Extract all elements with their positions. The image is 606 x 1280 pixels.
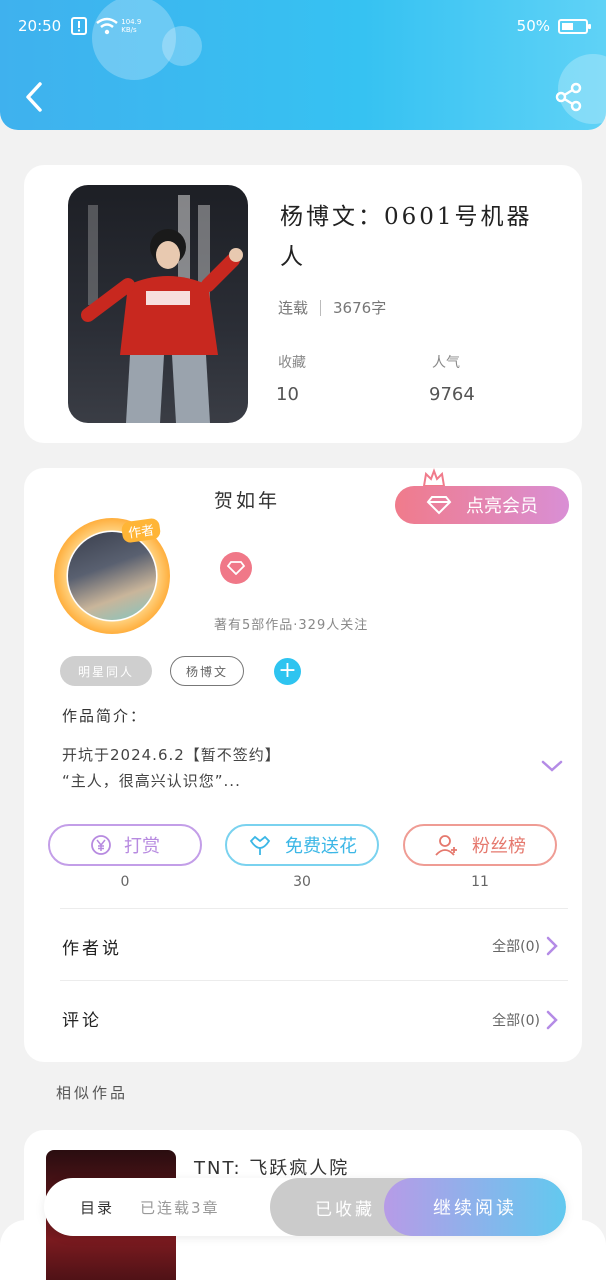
member-button-label: 点亮会员 (466, 496, 538, 517)
toc-button[interactable]: 目录 (80, 1197, 114, 1218)
vip-gem-icon[interactable] (220, 552, 252, 584)
tag-celebrity-fanfic[interactable]: 明星同人 (60, 656, 152, 686)
comments-count: 全部(0) (492, 1013, 540, 1029)
chevron-right-icon (546, 936, 558, 956)
book-word-count: 3676字 (333, 299, 387, 317)
popularity-label: 人气 (432, 355, 460, 371)
book-info-card: 杨博文：0601号机器人 连载 3676字 收藏 10 人气 9764 (24, 165, 582, 443)
book-status: 连载 (278, 299, 309, 317)
tag-yang-bowen[interactable]: 杨博文 (170, 656, 244, 686)
add-tag-icon[interactable]: + (274, 658, 301, 685)
net-speed: 104.9 KB/s (121, 18, 141, 34)
send-flower-label: 免费送花 (285, 836, 357, 857)
favorites-label: 收藏 (278, 355, 306, 371)
divider (60, 908, 568, 909)
author-says-label[interactable]: 作者说 (62, 934, 122, 959)
comments-label[interactable]: 评论 (62, 1006, 102, 1031)
author-card: 作者 贺如年 著有5部作品·329人关注 点亮会员 明星同人 杨博文 + 作品简… (24, 468, 582, 1062)
back-arrow-icon[interactable] (20, 80, 50, 114)
chapter-count[interactable]: 已连载3章 (140, 1197, 220, 1218)
flower-icon (249, 835, 271, 855)
net-speed-value: 104.9 (121, 18, 142, 26)
meta-divider (320, 299, 322, 316)
author-stats: 著有5部作品·329人关注 (214, 618, 369, 633)
similar-work-title[interactable]: TNT: 飞跃疯人院 (194, 1154, 349, 1180)
continue-reading-button[interactable]: 继续阅读 (384, 1178, 566, 1236)
book-title: 杨博文：0601号机器人 (280, 204, 533, 270)
intro-text: 开坑于2024.6.2【暂不签约】 “主人，很高兴认识您”... (62, 742, 281, 794)
yen-coin-icon (91, 835, 111, 855)
alert-icon (71, 17, 88, 35)
favorites-value: 10 (276, 384, 299, 405)
similar-works-title: 相似作品 (56, 1084, 129, 1102)
crown-icon (422, 468, 446, 487)
comments-all[interactable]: 全部(0) (492, 1010, 558, 1030)
fans-rank-label: 粉丝榜 (472, 836, 526, 857)
popularity-value: 9764 (429, 384, 475, 405)
fans-rank-button[interactable]: 粉丝榜 (403, 824, 557, 866)
intro-line: “主人，很高兴认识您”... (62, 772, 241, 790)
send-flower-button[interactable]: 免费送花 (225, 824, 379, 866)
intro-label: 作品简介： (62, 707, 148, 725)
fans-icon (435, 835, 457, 856)
tip-button[interactable]: 打赏 (48, 824, 202, 866)
divider (60, 980, 568, 981)
tip-label: 打赏 (124, 836, 160, 857)
flower-count: 30 (293, 874, 311, 890)
bottom-action-bar: 目录 已连载3章 已收藏 继续阅读 (44, 1178, 566, 1236)
battery-icon (558, 18, 591, 34)
author-name[interactable]: 贺如年 (214, 486, 280, 513)
status-right: 50% (516, 17, 591, 35)
intro-line: 开坑于2024.6.2【暂不签约】 (62, 746, 281, 764)
status-time: 20:50 (18, 17, 62, 35)
chevron-right-icon (546, 1010, 558, 1030)
light-up-member-button[interactable]: 点亮会员 (395, 486, 569, 524)
chevron-down-icon[interactable] (540, 758, 564, 774)
top-header: 20:50 104.9 KB/s 50% (0, 0, 606, 130)
battery-percent: 50% (516, 17, 550, 35)
fans-count: 11 (471, 874, 489, 890)
cover-figure (81, 195, 243, 423)
author-says-count: 全部(0) (492, 939, 540, 955)
book-cover-image (68, 185, 248, 423)
diamond-icon (426, 496, 452, 515)
avatar[interactable] (68, 532, 156, 620)
author-says-all[interactable]: 全部(0) (492, 936, 558, 956)
battery-fill (562, 22, 573, 30)
wifi-icon (96, 17, 119, 35)
status-bar: 20:50 104.9 KB/s 50% (18, 14, 591, 38)
book-meta: 连载 3676字 (278, 297, 386, 318)
tip-count: 0 (120, 874, 130, 890)
net-speed-unit: KB/s (121, 26, 137, 34)
share-icon[interactable] (554, 82, 584, 112)
